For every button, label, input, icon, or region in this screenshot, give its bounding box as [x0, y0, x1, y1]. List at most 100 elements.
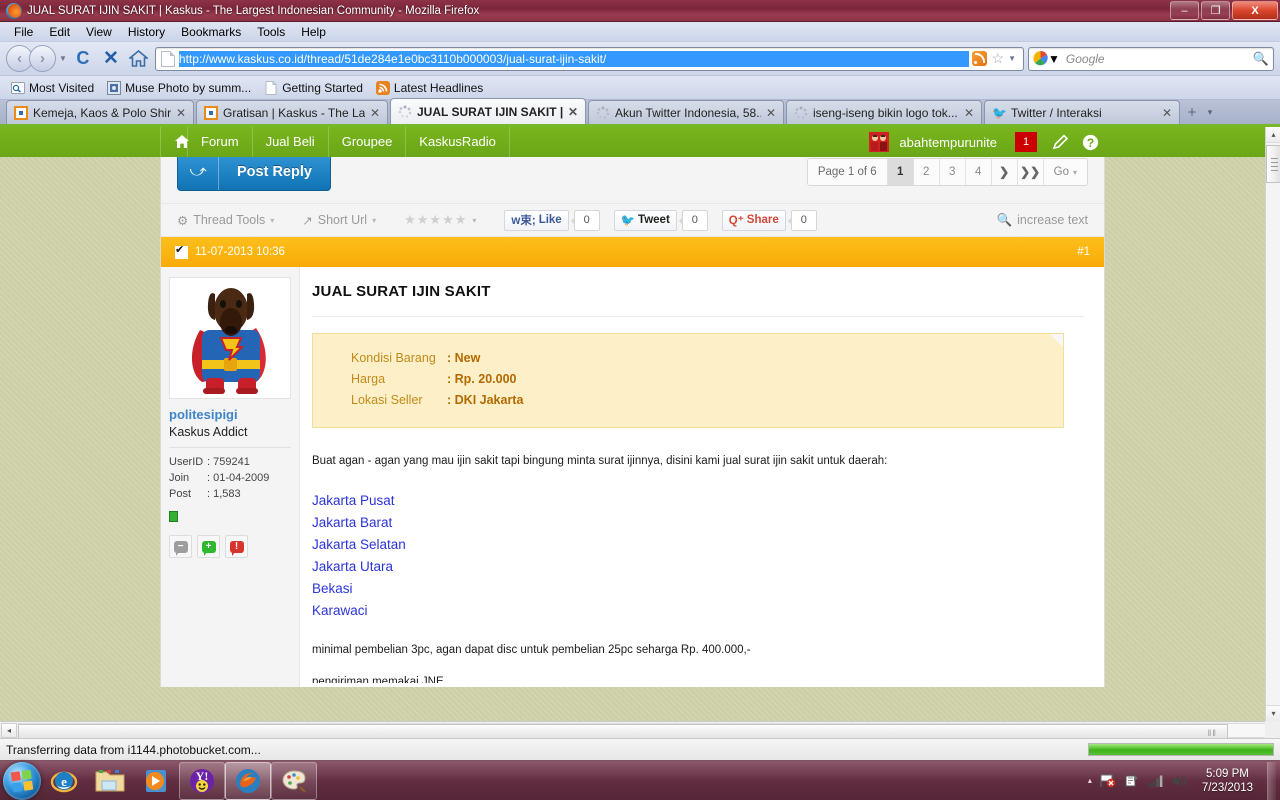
horizontal-scroll-track[interactable]: ‖‖ — [18, 722, 1265, 738]
thread-rating[interactable]: ★★★★★ ▾ — [404, 212, 476, 228]
city-link-karawaci[interactable]: Karawaci — [312, 600, 1084, 622]
menu-item-edit[interactable]: Edit — [41, 23, 78, 41]
chevron-down-icon[interactable]: ▼ — [59, 54, 67, 63]
horizontal-scroll-thumb[interactable]: ‖‖ — [18, 723, 1228, 738]
avatar[interactable] — [169, 277, 291, 399]
bookmark-muse-photo[interactable]: Muse Photo by summ... — [102, 80, 256, 96]
short-url-button[interactable]: ↗ Short Url ▾ — [302, 213, 376, 228]
taskbar-firefox[interactable] — [225, 761, 271, 800]
horizontal-scrollbar[interactable]: ◂ ‖‖ — [0, 721, 1265, 738]
list-all-tabs-button[interactable]: ▾ — [1202, 100, 1218, 124]
googleplus-share-widget[interactable]: Q⁺ Share 0 — [721, 209, 817, 231]
city-link-jakarta-selatan[interactable]: Jakarta Selatan — [312, 534, 1084, 556]
site-nav-jual-beli[interactable]: Jual Beli — [253, 127, 329, 157]
scroll-left-button[interactable]: ◂ — [1, 722, 17, 738]
bookmark-star-icon[interactable]: ☆ — [992, 50, 1005, 67]
menu-item-view[interactable]: View — [78, 23, 120, 41]
network-flag-icon[interactable] — [1099, 772, 1116, 789]
help-button[interactable]: ? — [1075, 127, 1105, 157]
twitter-tweet-widget[interactable]: 🐦 Tweet 0 — [613, 209, 708, 231]
magnifier-icon[interactable]: 🔍 — [1253, 51, 1269, 67]
taskbar-windows-media-player[interactable] — [133, 762, 179, 800]
city-link-jakarta-pusat[interactable]: Jakarta Pusat — [312, 490, 1084, 512]
last-page-button[interactable]: ❯❯ — [1017, 159, 1044, 185]
search-input[interactable]: Google — [1060, 52, 1253, 66]
close-button[interactable]: X — [1232, 1, 1278, 20]
tab-jual-surat-ijin-sakit[interactable]: JUAL SURAT IJIN SAKIT |... ✕ — [390, 98, 586, 124]
new-tab-button[interactable]: + — [1182, 102, 1202, 124]
chevron-down-icon[interactable]: ▼ — [1048, 52, 1060, 66]
facebook-like-button[interactable]: w束; Like — [504, 209, 569, 231]
site-nav-forum[interactable]: Forum — [188, 127, 253, 157]
tab-gratisan-kaskus[interactable]: Gratisan | Kaskus - The Lar... ✕ — [196, 100, 388, 124]
notification-badge[interactable]: 1 — [1015, 132, 1037, 152]
thread-tools-button[interactable]: ⚙ Thread Tools ▾ — [177, 213, 274, 228]
show-hidden-icons-button[interactable]: ▴ — [1088, 776, 1092, 785]
site-nav-kaskusradio[interactable]: KaskusRadio — [406, 127, 510, 157]
bookmark-getting-started[interactable]: Getting Started — [259, 80, 368, 96]
taskbar-internet-explorer[interactable]: e — [41, 762, 87, 800]
page-button-4[interactable]: 4 — [965, 159, 992, 185]
site-nav-username[interactable]: abahtempurunite — [889, 135, 1007, 150]
close-icon[interactable]: ✕ — [766, 106, 776, 120]
chevron-down-icon[interactable]: ▼ — [1008, 54, 1016, 63]
neutral-reputation-button[interactable]: − — [169, 535, 192, 558]
scroll-down-button[interactable]: ▾ — [1266, 705, 1280, 721]
site-nav-home[interactable] — [160, 127, 189, 157]
stop-button[interactable]: ✕ — [99, 47, 123, 71]
twitter-tweet-button[interactable]: 🐦 Tweet — [613, 209, 677, 231]
give-reputation-button[interactable]: + — [197, 535, 220, 558]
close-icon[interactable]: ✕ — [370, 106, 380, 120]
search-bar[interactable]: ▼ Google 🔍 — [1028, 46, 1274, 71]
page-button-1[interactable]: 1 — [887, 159, 914, 185]
page-button-2[interactable]: 2 — [913, 159, 940, 185]
volume-icon[interactable] — [1171, 772, 1188, 789]
close-icon[interactable]: ✕ — [964, 106, 974, 120]
show-desktop-button[interactable] — [1267, 761, 1276, 800]
url-text[interactable]: http://www.kaskus.co.id/thread/51de284e1… — [178, 50, 969, 67]
author-username[interactable]: politesipigi — [169, 407, 291, 422]
taskbar-paint[interactable] — [271, 761, 317, 800]
menu-item-tools[interactable]: Tools — [249, 23, 293, 41]
site-nav-groupee[interactable]: Groupee — [329, 127, 407, 157]
vertical-scroll-thumb[interactable] — [1266, 145, 1280, 183]
avatar[interactable] — [869, 132, 890, 152]
close-icon[interactable]: ✕ — [1162, 106, 1172, 120]
city-link-jakarta-utara[interactable]: Jakarta Utara — [312, 556, 1084, 578]
action-center-icon[interactable] — [1123, 772, 1140, 789]
tab-twitter-interaksi[interactable]: 🐦 Twitter / Interaksi ✕ — [984, 100, 1180, 124]
start-button[interactable] — [3, 761, 41, 800]
clock[interactable]: 5:09 PM 7/23/2013 — [1195, 767, 1260, 795]
rss-icon[interactable] — [971, 51, 987, 66]
go-to-page-button[interactable]: Go ▾ — [1043, 159, 1087, 185]
tab-iseng-bikin-logo[interactable]: iseng-iseng bikin logo tok... ✕ — [786, 100, 982, 124]
signal-icon[interactable] — [1147, 772, 1164, 789]
tab-kemeja-kaos[interactable]: Kemeja, Kaos & Polo Shirt ... ✕ — [6, 100, 194, 124]
page-button-3[interactable]: 3 — [939, 159, 966, 185]
post-reply-button[interactable]: ⤻ Post Reply — [177, 153, 331, 191]
taskbar-yahoo-messenger[interactable]: Y! — [179, 761, 225, 800]
menu-item-bookmarks[interactable]: Bookmarks — [173, 23, 249, 41]
vertical-scrollbar[interactable]: ▴ ▾ — [1265, 127, 1280, 738]
compose-button[interactable] — [1045, 127, 1075, 157]
facebook-like-widget[interactable]: w束; Like 0 — [504, 209, 600, 231]
reload-button[interactable]: C — [71, 47, 95, 71]
next-page-button[interactable]: ❯ — [991, 159, 1018, 185]
maximize-button[interactable]: ❐ — [1201, 1, 1230, 20]
scroll-up-button[interactable]: ▴ — [1266, 127, 1280, 143]
menu-item-file[interactable]: File — [6, 23, 41, 41]
googleplus-share-button[interactable]: Q⁺ Share — [721, 209, 786, 231]
bookmark-most-visited[interactable]: Most Visited — [6, 80, 99, 96]
google-icon[interactable] — [1033, 50, 1048, 66]
post-number[interactable]: #1 — [1077, 246, 1090, 258]
close-icon[interactable]: ✕ — [176, 106, 186, 120]
bookmark-latest-headlines[interactable]: Latest Headlines — [371, 80, 488, 96]
address-bar[interactable]: http://www.kaskus.co.id/thread/51de284e1… — [154, 46, 1024, 71]
menu-item-history[interactable]: History — [120, 23, 173, 41]
forward-button[interactable]: › — [29, 45, 56, 72]
minimize-button[interactable]: – — [1170, 1, 1199, 20]
increase-text-button[interactable]: 🔍 increase text — [997, 213, 1088, 228]
tab-akun-twitter-indonesia[interactable]: Akun Twitter Indonesia, 58.... ✕ — [588, 100, 784, 124]
home-button[interactable] — [127, 47, 151, 71]
report-post-button[interactable]: ! — [225, 535, 248, 558]
